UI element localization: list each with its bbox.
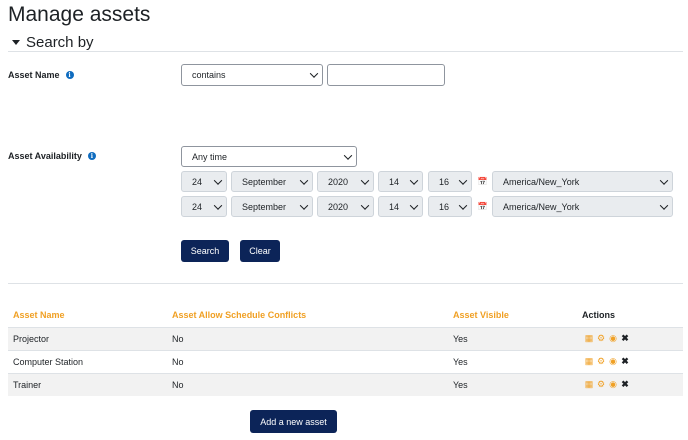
asset-name-input[interactable]: [327, 64, 445, 86]
asset-availability-label: Asset Availability i: [8, 151, 96, 161]
from-month-select[interactable]: September: [231, 171, 313, 192]
from-minute-select[interactable]: 16: [428, 171, 472, 192]
from-timezone-select[interactable]: America/New_York: [492, 171, 673, 192]
chevron-down-icon: [409, 200, 419, 210]
delete-icon[interactable]: ✖: [620, 379, 630, 390]
chevron-down-icon: [309, 69, 319, 78]
from-day-select[interactable]: 24: [181, 171, 227, 192]
chevron-down-icon: [343, 150, 353, 160]
table-row: Trainer No Yes ▦ ⚙ ◉ ✖: [8, 373, 683, 396]
to-timezone-select[interactable]: America/New_York: [492, 196, 673, 217]
chevron-down-icon: [458, 200, 468, 210]
to-hour-select[interactable]: 14: [378, 196, 423, 217]
actions-cell: ▦ ⚙ ◉ ✖: [584, 373, 630, 396]
add-asset-button[interactable]: Add a new asset: [250, 410, 337, 433]
asset-name-cell: Trainer: [13, 379, 42, 390]
visible-cell: Yes: [453, 333, 468, 344]
chevron-down-icon: [458, 175, 468, 185]
gear-icon[interactable]: ⚙: [596, 356, 606, 367]
asset-name-cell: Projector: [13, 333, 50, 344]
chevron-down-icon: [299, 175, 309, 185]
conflicts-cell: No: [172, 356, 184, 367]
conflicts-cell: No: [172, 333, 184, 344]
conflicts-cell: No: [172, 379, 184, 390]
chevron-down-icon: [213, 200, 223, 210]
gear-icon[interactable]: ⚙: [596, 379, 606, 390]
calendar-icon[interactable]: 📅: [478, 202, 488, 211]
row-border: [8, 350, 683, 351]
gear-icon[interactable]: ⚙: [596, 333, 606, 344]
col-header-asset-visible[interactable]: Asset Visible: [453, 310, 509, 320]
availability-mode-select[interactable]: Any time: [181, 146, 357, 167]
delete-icon[interactable]: ✖: [620, 356, 630, 367]
to-day-select[interactable]: 24: [181, 196, 227, 217]
actions-cell: ▦ ⚙ ◉ ✖: [584, 327, 630, 350]
asset-name-operator-select[interactable]: contains: [181, 64, 323, 86]
clear-button[interactable]: Clear: [240, 240, 280, 262]
calendar-icon[interactable]: ▦: [584, 333, 594, 344]
calendar-icon[interactable]: 📅: [478, 177, 488, 186]
table-row: Projector No Yes ▦ ⚙ ◉ ✖: [8, 327, 683, 350]
from-year-select[interactable]: 2020: [317, 171, 374, 192]
col-header-asset-name[interactable]: Asset Name: [13, 310, 65, 320]
actions-cell: ▦ ⚙ ◉ ✖: [584, 350, 630, 373]
info-icon[interactable]: i: [65, 71, 74, 79]
search-section-title: Search by: [26, 34, 94, 51]
asset-name-cell: Computer Station: [13, 356, 84, 367]
to-minute-select[interactable]: 16: [428, 196, 472, 217]
section-divider: [8, 51, 683, 52]
eye-icon[interactable]: ◉: [608, 333, 618, 344]
delete-icon[interactable]: ✖: [620, 333, 630, 344]
chevron-down-icon: [659, 200, 669, 210]
chevron-down-icon: [360, 200, 370, 210]
eye-icon[interactable]: ◉: [608, 356, 618, 367]
search-section-toggle[interactable]: Search by: [12, 34, 94, 51]
search-button[interactable]: Search: [181, 240, 229, 262]
col-header-allow-conflicts[interactable]: Asset Allow Schedule Conflicts: [172, 310, 306, 320]
asset-name-label: Asset Name i: [8, 70, 74, 80]
eye-icon[interactable]: ◉: [608, 379, 618, 390]
to-year-select[interactable]: 2020: [317, 196, 374, 217]
page-title: Manage assets: [8, 3, 151, 26]
chevron-down-icon: [659, 175, 669, 185]
section-divider: [8, 283, 683, 284]
caret-down-icon: [12, 40, 20, 45]
calendar-icon[interactable]: ▦: [584, 356, 594, 367]
from-hour-select[interactable]: 14: [378, 171, 423, 192]
calendar-icon[interactable]: ▦: [584, 379, 594, 390]
visible-cell: Yes: [453, 356, 468, 367]
info-icon[interactable]: i: [87, 152, 96, 160]
to-month-select[interactable]: September: [231, 196, 313, 217]
row-border: [8, 327, 683, 328]
col-header-actions: Actions: [582, 310, 616, 320]
chevron-down-icon: [409, 175, 419, 185]
visible-cell: Yes: [453, 379, 468, 390]
row-border: [8, 373, 683, 374]
chevron-down-icon: [213, 175, 223, 185]
table-row: Computer Station No Yes ▦ ⚙ ◉ ✖: [8, 350, 683, 373]
chevron-down-icon: [360, 175, 370, 185]
chevron-down-icon: [299, 200, 309, 210]
